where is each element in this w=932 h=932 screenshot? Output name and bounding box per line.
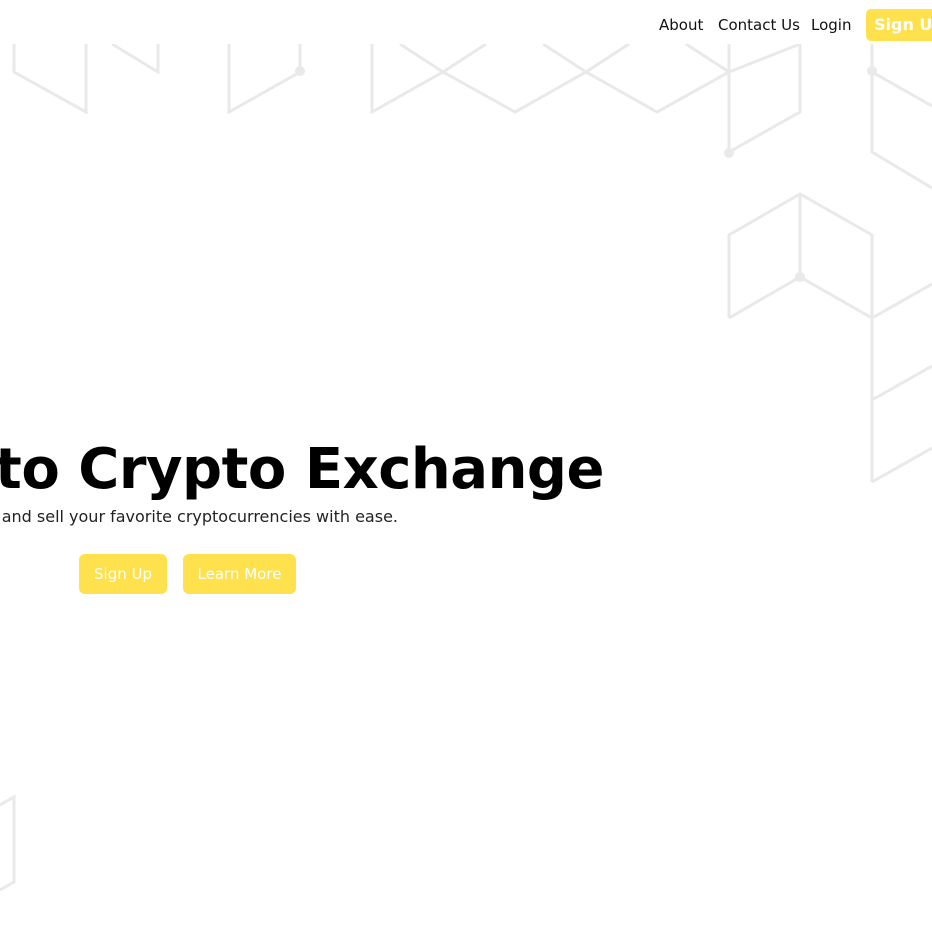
nav-login-link[interactable]: Login bbox=[811, 15, 851, 35]
top-navbar: About Contact Us Login Sign Up bbox=[0, 0, 932, 44]
hero-title: Welcome to Crypto Exchange bbox=[0, 437, 605, 502]
hero-signup-button[interactable]: Sign Up bbox=[79, 554, 167, 594]
landing-page: About Contact Us Login Sign Up Welcome t… bbox=[0, 0, 932, 932]
learn-more-button[interactable]: Learn More bbox=[183, 554, 296, 594]
hero-subtitle-container: Buy and sell your favorite cryptocurrenc… bbox=[0, 505, 398, 529]
nav-about-link[interactable]: About bbox=[659, 15, 703, 35]
hero-subtitle: Buy and sell your favorite cryptocurrenc… bbox=[0, 507, 398, 526]
nav-contact-link[interactable]: Contact Us bbox=[718, 15, 800, 35]
nav-signup-button[interactable]: Sign Up bbox=[866, 9, 932, 41]
hero-title-container: Welcome to Crypto Exchange bbox=[0, 434, 605, 506]
